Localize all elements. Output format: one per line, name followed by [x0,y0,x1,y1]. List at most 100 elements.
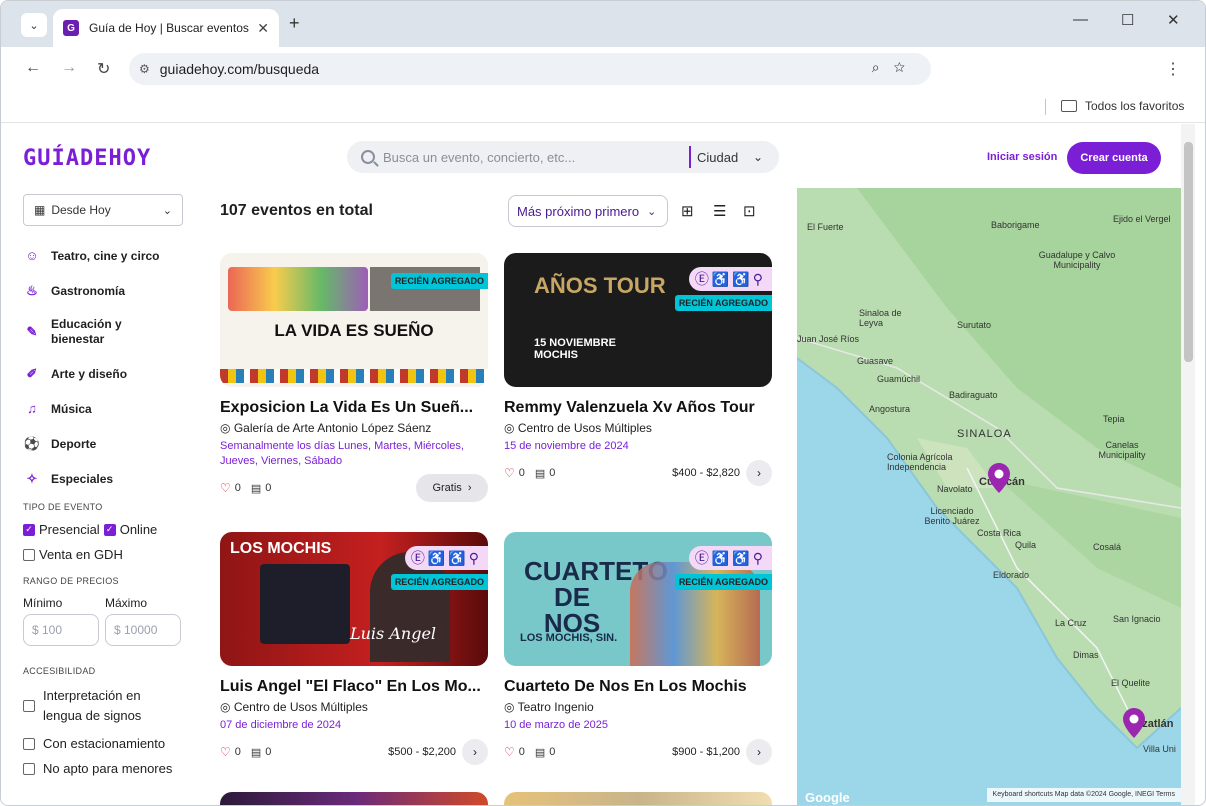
event-date: Semanalmente los días Lunes, Martes, Mié… [220,440,464,467]
category-item-art[interactable]: ✐ Arte y diseño [23,356,193,391]
bookmarks-folder[interactable]: Todos los favoritos [1061,99,1184,113]
map-label: Guadalupe y Calvo Municipality [1038,250,1116,270]
star-icon[interactable]: ☆ [894,59,919,75]
heart-icon[interactable]: ♡ [504,745,515,759]
page-content: GUÍADEHOY Ciudad ⌄ Iniciar sesión Crear … [1,124,1181,805]
date-filter-label: Desde Hoy [51,203,111,217]
category-item-food[interactable]: ♨ Gastronomía [23,273,193,308]
map-marker-culiacan-icon[interactable] [988,463,1010,493]
event-card[interactable]: LA VIDA ES SUEÑO RECIÉN AGREGADO Exposic… [220,253,488,502]
event-card[interactable]: LOS MOCHIS Luis Angel Ⓔ♿♿⚲ RECIÉN AGREGA… [220,532,488,765]
page-scrollbar[interactable] [1181,124,1195,805]
event-title[interactable]: Luis Angel "El Flaco" En Los Mo... [220,678,488,696]
comment-icon[interactable]: ▤ [535,467,545,480]
close-window-icon[interactable]: ✕ [1167,11,1180,29]
events-map[interactable]: El Fuerte Baborigame Ejido el Vergel Gua… [797,188,1181,805]
event-title[interactable]: Remmy Valenzuela Xv Años Tour [504,399,772,417]
signup-button[interactable]: Crear cuenta [1067,142,1161,174]
tab-active[interactable]: G Guía de Hoy | Buscar eventos ✕ [53,9,279,47]
minors-checkbox[interactable] [23,762,35,775]
arrow-right-icon[interactable]: › [462,739,488,765]
venue-text: Galería de Arte Antonio López Sáenz [233,421,432,435]
scrollbar-thumb[interactable] [1184,142,1193,362]
event-image[interactable]: CUARTETO DE NOS LOS MOCHIS, SIN. Ⓔ♿♿⚲ RE… [504,532,772,666]
arrow-right-icon[interactable]: › [746,460,772,486]
event-image[interactable]: LA VIDA ES SUEÑO RECIÉN AGREGADO [220,253,488,387]
zoom-icon[interactable]: ⌕ [872,59,894,75]
date-filter-select[interactable]: ▦ Desde Hoy ⌄ [23,194,183,226]
min-price-input[interactable] [23,614,99,646]
category-item-theater[interactable]: ☺ Teatro, cine y circo [23,238,193,273]
sort-select[interactable]: Más próximo primero ⌄ [508,195,668,227]
login-link[interactable]: Iniciar sesión [987,151,1057,163]
image-subline: Luis Angel [350,624,437,643]
event-venue: ◎ Galería de Arte Antonio López Sáenz [220,421,488,435]
location-icon: ◎ [220,700,231,714]
event-title[interactable]: Exposicion La Vida Es Un Sueñ... [220,399,488,417]
search-input[interactable] [383,149,683,165]
maximize-icon[interactable]: ☐ [1121,11,1134,29]
map-label: Sinaloa de Leyva [859,308,902,328]
comment-icon[interactable]: ▤ [251,746,261,759]
city-select[interactable]: Ciudad [697,150,753,165]
chevron-down-icon[interactable]: ⌄ [753,150,763,164]
tab-close-icon[interactable]: ✕ [257,20,269,37]
sign-language-checkbox[interactable] [23,700,35,712]
venta-checkbox[interactable] [23,548,35,561]
new-badge: RECIÉN AGREGADO [390,574,488,590]
back-icon[interactable]: ← [25,59,41,77]
tab-search-icon[interactable]: ⌄ [21,13,47,37]
minimize-icon[interactable]: — [1073,11,1088,28]
menu-icon[interactable]: ⋮ [1165,59,1181,79]
max-price-input[interactable] [105,614,181,646]
likes-count: 0 [518,746,525,758]
address-bar[interactable]: ⚙ guiadehoy.com/busqueda ⌕☆ [129,53,931,85]
heart-icon[interactable]: ♡ [504,466,515,480]
map-toggle-icon[interactable]: ⊡ [743,202,756,220]
reload-icon[interactable]: ↻ [97,59,110,79]
search-icon [361,150,375,164]
event-card[interactable]: AÑOS TOUR 15 NOVIEMBRE MOCHIS Ⓔ♿♿⚲ RECIÉ… [504,253,772,486]
heart-icon[interactable]: ♡ [220,745,231,759]
festival-logo-graphic [228,267,368,311]
category-item-education[interactable]: ✎ Educación y bienestar [23,308,193,356]
heart-icon[interactable]: ♡ [220,481,231,495]
event-image[interactable]: AÑOS TOUR 15 NOVIEMBRE MOCHIS Ⓔ♿♿⚲ RECIÉ… [504,253,772,387]
comment-icon[interactable]: ▤ [251,482,261,495]
presencial-checkbox[interactable]: ✓ [23,523,35,536]
list-view-icon[interactable]: ☰ [713,202,726,220]
comment-icon[interactable]: ▤ [535,746,545,759]
event-card[interactable]: CUARTETO DE NOS LOS MOCHIS, SIN. Ⓔ♿♿⚲ RE… [504,532,772,765]
event-card-partial[interactable] [220,792,488,805]
stage-graphic [260,564,350,644]
event-venue: ◎ Centro de Usos Múltiples [504,421,772,435]
site-logo[interactable]: GUÍADEHOY [23,146,151,171]
event-image[interactable]: LOS MOCHIS Luis Angel Ⓔ♿♿⚲ RECIÉN AGREGA… [220,532,488,666]
event-date: 07 de diciembre de 2024 [220,719,342,731]
category-item-special[interactable]: ✧ Especiales [23,461,193,496]
google-logo: Google [805,790,850,805]
parking-checkbox[interactable] [23,737,35,750]
price-button[interactable]: Gratis › [416,474,488,502]
category-item-music[interactable]: ♫ Música [23,391,193,426]
map-label: El Fuerte [807,222,844,232]
event-title[interactable]: Cuarteto De Nos En Los Mochis [504,678,772,696]
online-checkbox[interactable]: ✓ [103,523,116,536]
grid-view-icon[interactable]: ⊞ [681,202,694,220]
image-subline: 15 NOVIEMBRE MOCHIS [534,337,616,361]
event-venue: ◎ Teatro Ingenio [504,700,772,714]
min-price-label: Mínimo [23,596,63,610]
price-range: $900 - $1,200 › [672,739,772,765]
venue-text: Centro de Usos Múltiples [517,421,652,435]
access-row: No apto para menores [23,761,193,776]
site-info-icon[interactable]: ⚙ [139,62,150,76]
map-label: Guasave [857,356,894,366]
price-label: $400 - $2,820 [672,467,740,479]
map-marker-mazatlan-icon[interactable] [1123,708,1145,738]
category-item-sport[interactable]: ⚽ Deporte [23,426,193,461]
forward-icon[interactable]: → [61,59,77,77]
map-attribution[interactable]: Keyboard shortcuts Map data ©2024 Google… [986,788,1181,802]
new-tab-icon[interactable]: + [289,13,300,34]
arrow-right-icon[interactable]: › [746,739,772,765]
event-card-partial[interactable] [504,792,772,805]
